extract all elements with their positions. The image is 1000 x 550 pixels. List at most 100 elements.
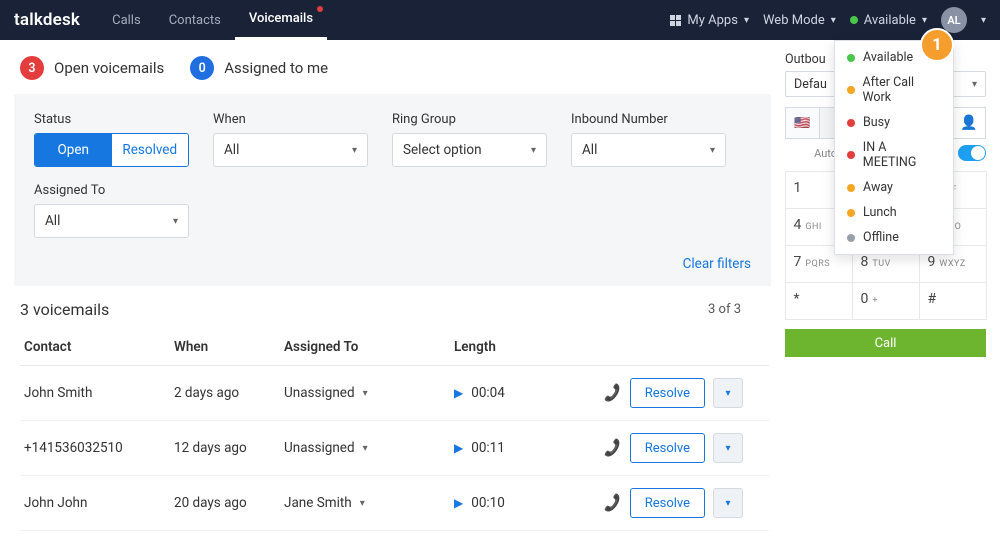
col-assigned: Assigned To: [280, 331, 450, 366]
dialpad-key-#[interactable]: #: [919, 282, 987, 320]
status-option[interactable]: Lunch: [835, 200, 953, 225]
assigned-dropdown[interactable]: Jane Smith ▾: [284, 495, 365, 511]
chevron-down-icon: ▾: [922, 15, 927, 26]
open-voicemails-label: Open voicemails: [54, 59, 164, 77]
my-apps-label: My Apps: [687, 13, 738, 28]
cell-length: 00:10: [471, 495, 505, 511]
open-count-badge: 3: [20, 56, 44, 80]
assigned-to-select[interactable]: All▾: [34, 204, 189, 238]
tab-open-voicemails[interactable]: 3 Open voicemails: [20, 56, 164, 80]
ring-group-select[interactable]: Select option▾: [392, 133, 547, 167]
phone-icon[interactable]: 📞: [602, 493, 624, 514]
chevron-down-icon: ▾: [831, 15, 836, 26]
voicemail-table: Contact When Assigned To Length John Smi…: [20, 331, 769, 531]
filter-panel: Status Open Resolved When All▾ Ring Grou…: [14, 94, 771, 286]
inbound-number-select[interactable]: All▾: [571, 133, 726, 167]
autocomplete-toggle[interactable]: [958, 145, 986, 161]
clear-filters-link[interactable]: Clear filters: [683, 256, 751, 272]
web-mode-dropdown[interactable]: Web Mode ▾: [763, 13, 836, 28]
assigned-dropdown[interactable]: Unassigned ▾: [284, 440, 368, 456]
resolve-button[interactable]: Resolve: [630, 378, 705, 408]
chevron-down-icon: ▾: [363, 443, 368, 454]
play-icon[interactable]: ▶: [454, 441, 463, 455]
grid-icon: [670, 15, 681, 26]
web-mode-label: Web Mode: [763, 13, 825, 28]
play-icon[interactable]: ▶: [454, 386, 463, 400]
my-apps-dropdown[interactable]: My Apps ▾: [670, 13, 749, 28]
table-row: +14153603251012 days agoUnassigned ▾ ▶ 00:…: [20, 421, 769, 476]
status-dot-icon: [847, 234, 855, 242]
col-contact: Contact: [20, 331, 170, 366]
topbar: talkdesk CallsContactsVoicemails My Apps…: [0, 0, 1000, 40]
play-icon[interactable]: ▶: [454, 496, 463, 510]
status-dot-icon: [847, 86, 855, 94]
status-dot-icon: [847, 54, 855, 62]
status-option[interactable]: IN A MEETING: [835, 135, 953, 175]
assigned-count-badge: 0: [190, 56, 214, 80]
ring-group-filter-label: Ring Group: [392, 112, 547, 127]
dialpad-key-*[interactable]: *: [785, 282, 853, 320]
cell-contact: John Smith: [20, 366, 170, 421]
results-count: 3 voicemails: [20, 300, 109, 319]
callout-badge: 1: [920, 28, 954, 62]
nav-contacts[interactable]: Contacts: [155, 0, 235, 40]
cell-length: 00:04: [471, 385, 505, 401]
status-option[interactable]: Busy: [835, 110, 953, 135]
table-row: John Smith2 days agoUnassigned ▾ ▶ 00:04 📞 R…: [20, 366, 769, 421]
status-dot-icon: [850, 16, 858, 24]
status-toggle: Open Resolved: [34, 133, 189, 167]
chevron-down-icon: ▾: [710, 145, 715, 156]
table-row: John John20 days agoJane Smith ▾▶00:10📞R…: [20, 476, 769, 531]
assigned-dropdown[interactable]: Unassigned ▾: [284, 385, 368, 401]
status-label: Available: [864, 13, 916, 28]
col-length: Length: [450, 331, 570, 366]
inbound-number-filter-label: Inbound Number: [571, 112, 726, 127]
chevron-down-icon: ▾: [363, 388, 368, 399]
chevron-down-icon: ▾: [744, 15, 749, 26]
cell-when: 2 days ago: [170, 366, 280, 421]
brand-logo: talkdesk: [14, 10, 80, 30]
resolve-button[interactable]: Resolve: [630, 433, 705, 463]
chevron-down-icon: ▾: [173, 216, 178, 227]
row-more-button[interactable]: ▾: [713, 378, 743, 408]
results: 3 voicemails 3 of 3 Contact When Assigne…: [14, 286, 771, 531]
col-when: When: [170, 331, 280, 366]
dialpad-key-0[interactable]: 0+: [852, 282, 920, 320]
assigned-to-me-label: Assigned to me: [224, 59, 328, 77]
status-resolved-button[interactable]: Resolved: [112, 134, 189, 166]
tab-assigned-to-me[interactable]: 0 Assigned to me: [190, 56, 328, 80]
when-filter-label: When: [213, 112, 368, 127]
status-option[interactable]: Away: [835, 175, 953, 200]
status-filter-label: Status: [34, 112, 189, 127]
phone-icon[interactable]: 📞: [602, 383, 624, 404]
notification-dot-icon: [317, 6, 323, 12]
status-dot-icon: [847, 209, 855, 217]
phone-icon[interactable]: 📞: [602, 438, 624, 459]
status-dot-icon: [847, 151, 855, 159]
country-flag[interactable]: 🇺🇸: [785, 107, 819, 139]
cell-contact: +141536032510: [20, 421, 170, 476]
cell-length: 00:11: [471, 440, 505, 456]
status-option[interactable]: Offline: [835, 225, 953, 250]
status-option[interactable]: After Call Work: [835, 70, 953, 110]
assigned-to-filter-label: Assigned To: [34, 183, 189, 198]
status-dropdown[interactable]: Available ▾: [850, 13, 927, 28]
row-more-button[interactable]: ▾: [713, 433, 743, 463]
results-pagination: 3 of 3: [708, 302, 769, 317]
status-dot-icon: [847, 184, 855, 192]
chevron-down-icon: ▾: [352, 145, 357, 156]
cell-when: 12 days ago: [170, 421, 280, 476]
call-button[interactable]: Call: [785, 329, 986, 357]
chevron-down-icon: ▾: [531, 145, 536, 156]
status-open-button[interactable]: Open: [35, 134, 112, 166]
voicemail-tabs: 3 Open voicemails 0 Assigned to me: [14, 56, 771, 80]
nav-voicemails[interactable]: Voicemails: [235, 0, 327, 40]
when-select[interactable]: All▾: [213, 133, 368, 167]
contact-picker-button[interactable]: 👤: [952, 107, 986, 139]
resolve-button[interactable]: Resolve: [630, 488, 705, 518]
nav-calls[interactable]: Calls: [98, 0, 155, 40]
row-more-button[interactable]: ▾: [713, 488, 743, 518]
chevron-down-icon: ▾: [360, 498, 365, 509]
cell-when: 20 days ago: [170, 476, 280, 531]
avatar-chevron-icon[interactable]: ▾: [981, 15, 986, 26]
